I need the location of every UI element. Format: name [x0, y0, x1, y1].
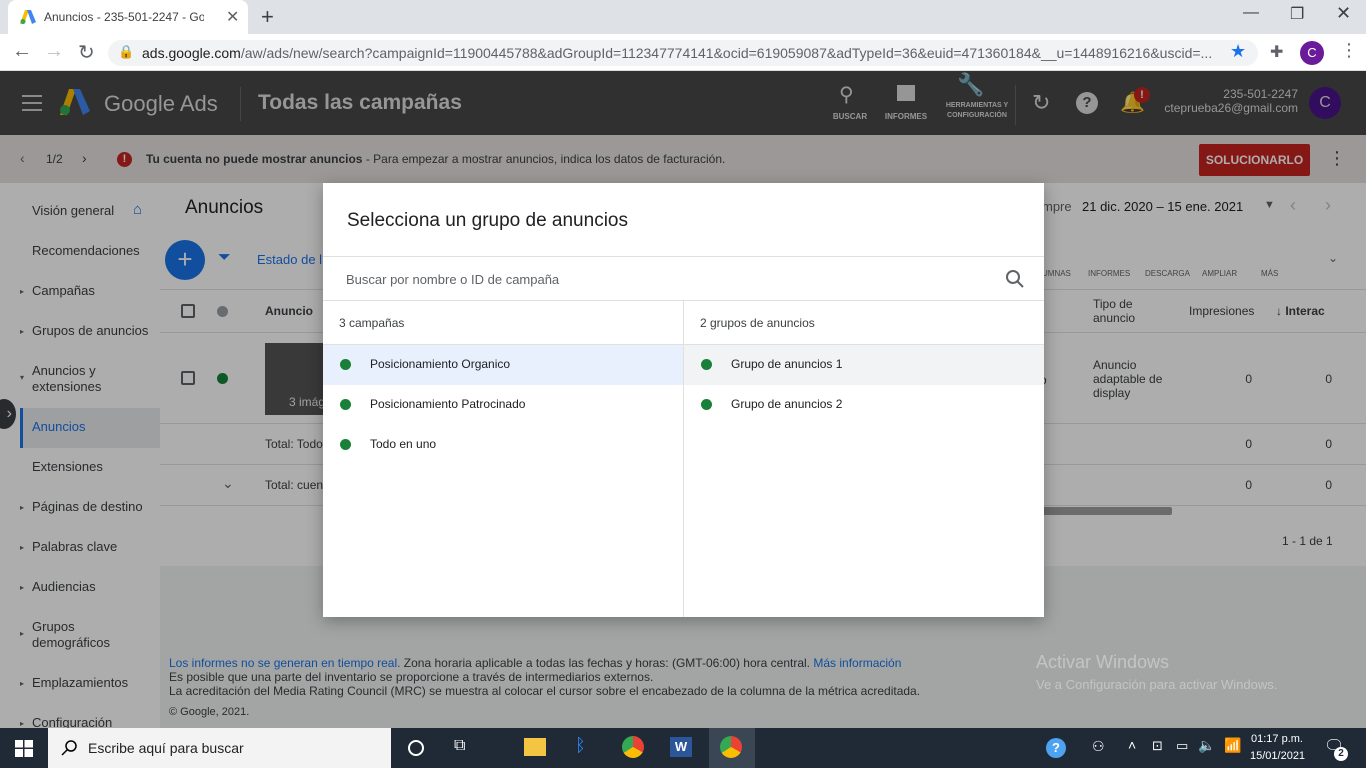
campaign-name: Posicionamiento Organico [370, 357, 511, 371]
status-enabled-icon [701, 399, 712, 410]
taskbar-search-placeholder: Escribe aquí para buscar [88, 740, 244, 756]
ad-groups-header: 2 grupos de anuncios [700, 316, 815, 330]
minimize-icon[interactable]: — [1243, 4, 1259, 22]
network-tray-icon[interactable]: ⊡ [1152, 738, 1163, 754]
action-center-badge: 2 [1334, 747, 1348, 761]
campaigns-header: 3 campañas [339, 316, 405, 330]
chrome-profile-e-icon[interactable] [622, 736, 644, 758]
help-tray-icon[interactable]: ? [1046, 738, 1066, 758]
status-enabled-icon [340, 439, 351, 450]
new-tab-icon[interactable]: + [261, 4, 274, 30]
forward-icon[interactable]: → [44, 40, 64, 63]
url-host: ads.google.com [142, 45, 241, 61]
campaigns-column: 3 campañas Posicionamiento Organico Posi… [323, 301, 684, 617]
restore-icon[interactable]: ❐ [1290, 4, 1304, 24]
select-ad-group-dialog: Selecciona un grupo de anuncios 3 campañ… [323, 183, 1044, 617]
status-enabled-icon [701, 359, 712, 370]
ad-group-name: Grupo de anuncios 2 [731, 397, 843, 411]
ad-groups-column: 2 grupos de anuncios Grupo de anuncios 1… [684, 301, 1044, 617]
tab-title: Anuncios - 235-501-2247 - Goog [44, 10, 204, 24]
clock-date[interactable]: 15/01/2021 [1250, 750, 1305, 762]
activate-windows-subtitle: Ve a Configuración para activar Windows. [1036, 677, 1278, 692]
lock-icon[interactable]: 🔒 [118, 44, 134, 60]
campaign-item[interactable]: Todo en uno [323, 425, 683, 465]
bookmark-star-icon[interactable]: ★ [1230, 41, 1246, 62]
chrome-profile-c-icon[interactable] [720, 736, 742, 758]
clock-time[interactable]: 01:17 p.m. [1251, 733, 1303, 745]
cortana-icon[interactable] [408, 740, 424, 756]
activate-windows-title: Activar Windows [1036, 652, 1170, 672]
browser-tab[interactable]: Anuncios - 235-501-2247 - Goog ✕ [8, 0, 248, 34]
bluetooth-icon[interactable]: ᛒ [575, 735, 586, 756]
browser-profile-avatar[interactable]: C [1300, 41, 1324, 65]
taskbar-search-box[interactable]: Escribe aquí para buscar [48, 728, 391, 768]
people-icon[interactable]: ⚇ [1092, 738, 1105, 755]
url-path: /aw/ads/new/search?campaignId=1190044578… [240, 45, 1213, 61]
search-icon[interactable] [1005, 269, 1025, 289]
battery-icon[interactable]: ▭ [1176, 738, 1188, 754]
dialog-search-bar [323, 256, 1044, 301]
wifi-icon[interactable]: 📶 [1224, 737, 1241, 754]
status-enabled-icon [340, 359, 351, 370]
ad-group-item[interactable]: Grupo de anuncios 1 [684, 345, 1044, 385]
windows-start-icon[interactable] [15, 740, 33, 757]
ad-group-item[interactable]: Grupo de anuncios 2 [684, 385, 1044, 425]
campaign-name: Posicionamiento Patrocinado [370, 397, 526, 411]
back-icon[interactable]: ← [12, 40, 32, 63]
dialog-title: Selecciona un grupo de anuncios [347, 210, 628, 231]
campaign-name: Todo en uno [370, 437, 437, 451]
browser-menu-icon[interactable]: ⋮ [1340, 40, 1358, 61]
search-icon [61, 740, 77, 756]
word-icon[interactable]: W [670, 737, 692, 757]
close-window-icon[interactable]: ✕ [1336, 3, 1351, 24]
url-text[interactable]: ads.google.com/aw/ads/new/search?campaig… [142, 45, 1222, 61]
campaign-item[interactable]: Posicionamiento Organico [323, 345, 683, 385]
extensions-icon[interactable]: ✚ [1270, 42, 1283, 62]
task-view-icon[interactable]: ⧉ [454, 737, 465, 755]
ad-group-name: Grupo de anuncios 1 [731, 357, 843, 371]
campaign-search-input[interactable] [346, 269, 986, 289]
google-ads-favicon-icon [20, 10, 36, 24]
reload-icon[interactable]: ↻ [78, 40, 95, 65]
volume-icon[interactable]: 🔈 [1198, 737, 1215, 754]
file-explorer-icon[interactable] [524, 738, 546, 756]
tray-chevron-icon[interactable]: ˄ [1128, 737, 1136, 753]
campaign-item[interactable]: Posicionamiento Patrocinado [323, 385, 683, 425]
status-enabled-icon [340, 399, 351, 410]
close-tab-icon[interactable]: ✕ [226, 7, 239, 27]
